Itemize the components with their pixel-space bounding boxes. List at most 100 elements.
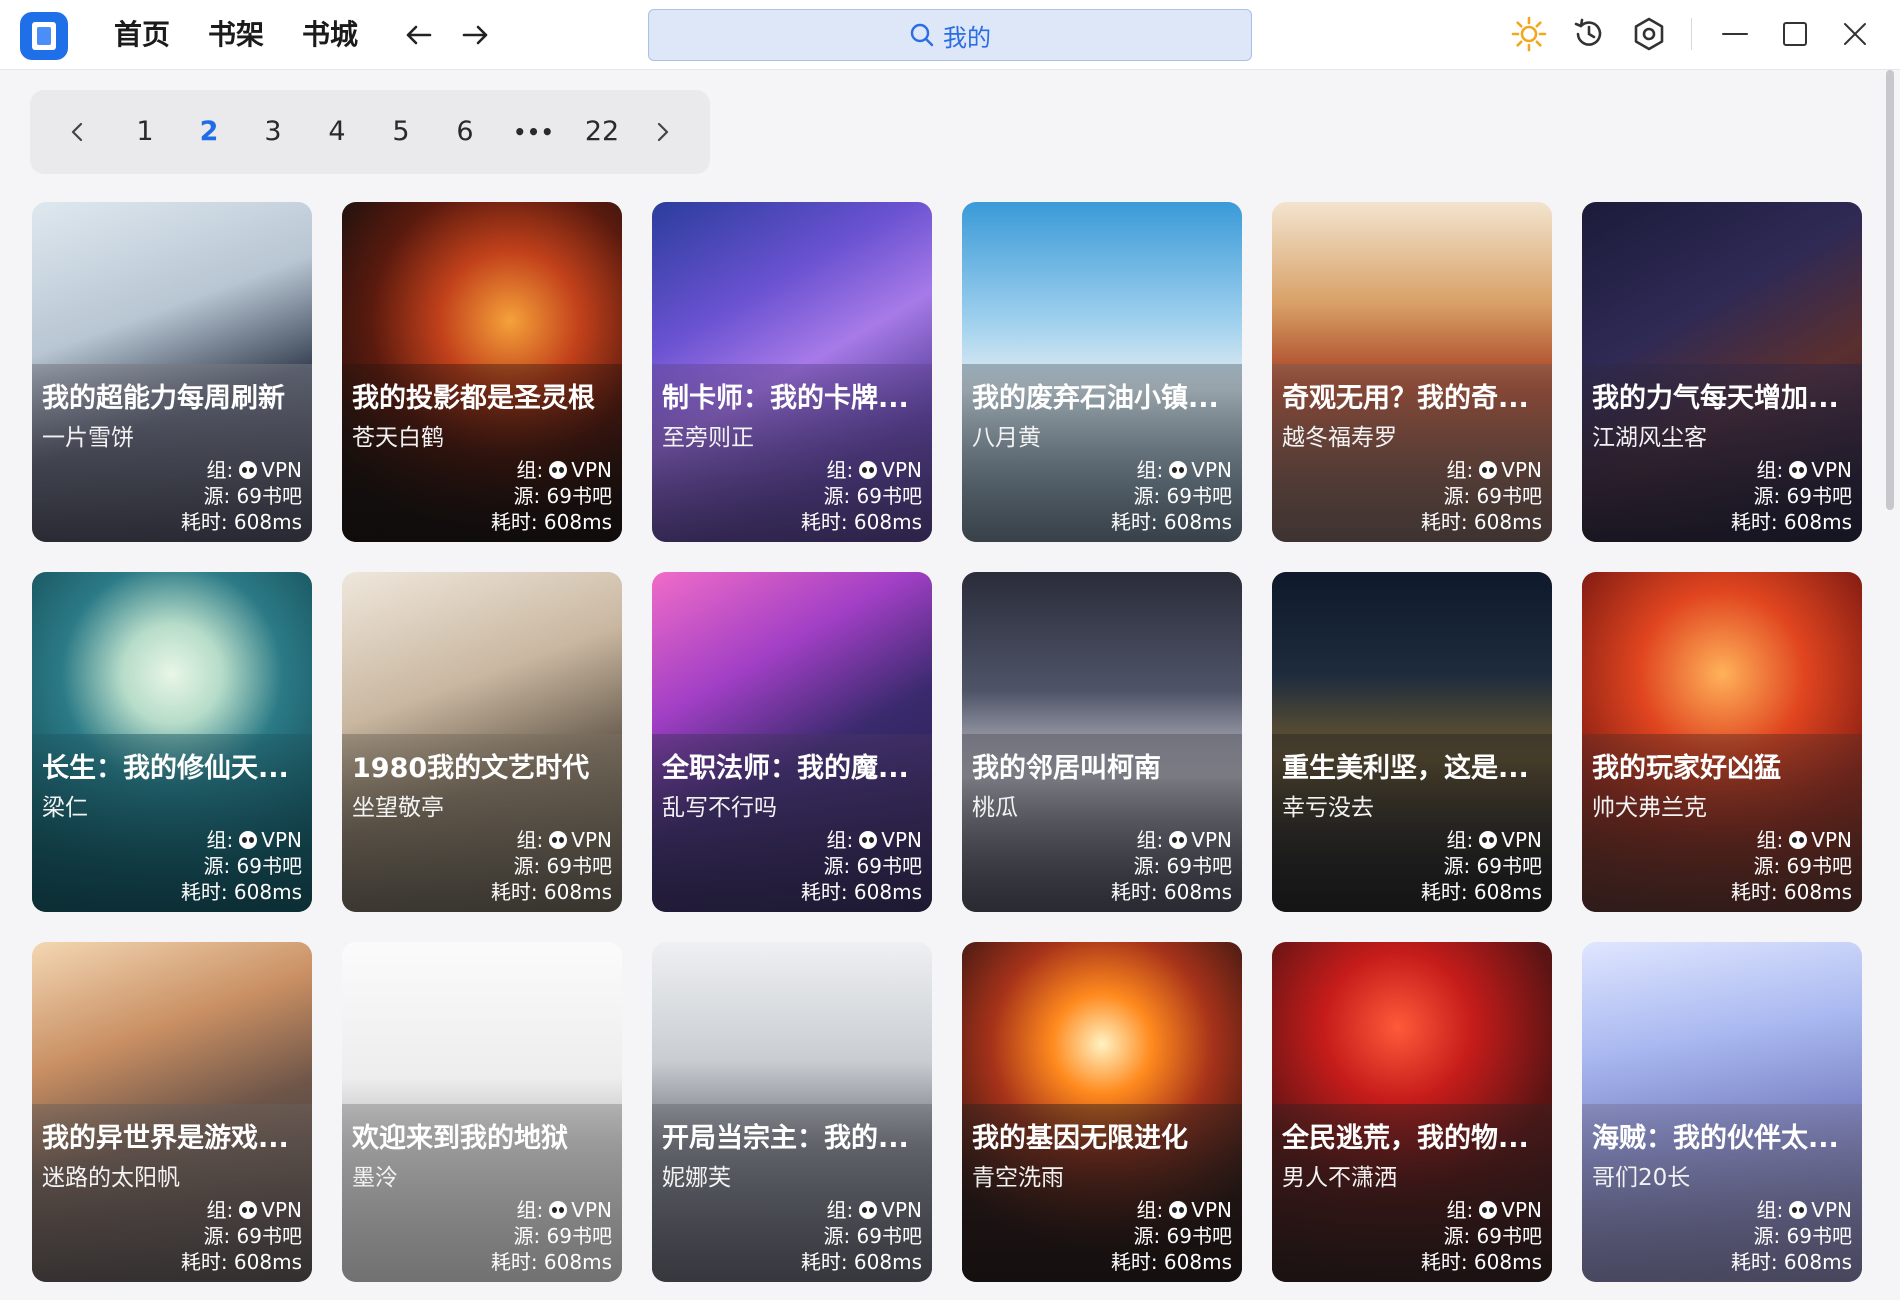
book-card[interactable]: 海贼：我的伙伴太... 哥们20长 组: VPN 源: 69书吧 耗时: 608m… xyxy=(1582,942,1862,1282)
book-source: 源: 69书吧 xyxy=(203,1224,302,1248)
prev-page-icon[interactable] xyxy=(66,120,90,144)
book-source: 源: 69书吧 xyxy=(1443,854,1542,878)
scrollbar-thumb[interactable] xyxy=(1886,70,1894,510)
book-time: 耗时: 608ms xyxy=(490,1250,612,1274)
book-card[interactable]: 奇观无用？我的奇... 越冬福寿罗 组: VPN 源: 69书吧 耗时: 608m… xyxy=(1272,202,1552,542)
book-card[interactable]: 欢迎来到我的地狱 墨泠 组: VPN 源: 69书吧 耗时: 608ms xyxy=(342,942,622,1282)
book-time: 耗时: 608ms xyxy=(800,1250,922,1274)
book-author: 幸亏没去 xyxy=(1282,795,1374,821)
book-time: 耗时: 608ms xyxy=(1420,880,1542,904)
vertical-scrollbar[interactable] xyxy=(1884,70,1896,1300)
page-6[interactable]: 6 xyxy=(445,112,485,152)
book-title: 制卡师：我的卡牌... xyxy=(662,383,909,414)
book-time: 耗时: 608ms xyxy=(1730,1250,1852,1274)
book-time: 耗时: 608ms xyxy=(180,1250,302,1274)
book-time: 耗时: 608ms xyxy=(180,510,302,534)
book-card[interactable]: 我的超能力每周刷新 一片雪饼 组: VPN 源: 69书吧 耗时: 608ms xyxy=(32,202,312,542)
book-group: 组: VPN xyxy=(826,1198,922,1222)
book-author: 八月黄 xyxy=(972,425,1041,451)
book-title: 欢迎来到我的地狱 xyxy=(352,1123,568,1154)
book-title: 全职法师：我的魔... xyxy=(662,753,909,784)
book-time: 耗时: 608ms xyxy=(490,880,612,904)
page-5[interactable]: 5 xyxy=(381,112,421,152)
close-icon[interactable] xyxy=(1837,16,1873,52)
book-title: 我的投影都是圣灵根 xyxy=(352,383,595,414)
history-icon[interactable] xyxy=(1571,16,1607,52)
nav-bookstore[interactable]: 书城 xyxy=(302,17,358,53)
panda-icon xyxy=(549,1201,568,1219)
page-ellipsis[interactable]: ••• xyxy=(509,112,559,152)
book-card[interactable]: 我的投影都是圣灵根 苍天白鹤 组: VPN 源: 69书吧 耗时: 608ms xyxy=(342,202,622,542)
sun-icon[interactable] xyxy=(1511,16,1547,52)
nav-bookshelf[interactable]: 书架 xyxy=(208,17,264,53)
book-source: 源: 69书吧 xyxy=(823,484,922,508)
book-card[interactable]: 开局当宗主：我的... 妮娜芙 组: VPN 源: 69书吧 耗时: 608ms xyxy=(652,942,932,1282)
panda-icon xyxy=(1479,461,1498,479)
book-source: 源: 69书吧 xyxy=(1443,484,1542,508)
book-group: 组: VPN xyxy=(1136,458,1232,482)
book-card[interactable]: 制卡师：我的卡牌... 至旁则正 组: VPN 源: 69书吧 耗时: 608ms xyxy=(652,202,932,542)
book-group: 组: VPN xyxy=(1446,1198,1542,1222)
book-group: 组: VPN xyxy=(206,458,302,482)
page-1[interactable]: 1 xyxy=(125,112,165,152)
book-author: 妮娜芙 xyxy=(662,1165,731,1191)
book-title: 开局当宗主：我的... xyxy=(662,1123,909,1154)
book-card[interactable]: 我的力气每天增加... 江湖风尘客 组: VPN 源: 69书吧 耗时: 608m… xyxy=(1582,202,1862,542)
book-source: 源: 69书吧 xyxy=(1443,1224,1542,1248)
page-3[interactable]: 3 xyxy=(253,112,293,152)
book-source: 源: 69书吧 xyxy=(1753,484,1852,508)
book-card[interactable]: 我的基因无限进化 青空洗雨 组: VPN 源: 69书吧 耗时: 608ms xyxy=(962,942,1242,1282)
book-card[interactable]: 1980我的文艺时代 坐望敬亭 组: VPN 源: 69书吧 耗时: 608ms xyxy=(342,572,622,912)
pagination: 1 2 3 4 5 6 ••• 22 xyxy=(30,90,710,174)
book-source: 源: 69书吧 xyxy=(823,854,922,878)
book-source: 源: 69书吧 xyxy=(1133,854,1232,878)
book-card[interactable]: 全民逃荒，我的物... 男人不潇洒 组: VPN 源: 69书吧 耗时: 608m… xyxy=(1272,942,1552,1282)
forward-arrow-icon[interactable] xyxy=(458,18,492,52)
book-source: 源: 69书吧 xyxy=(1133,1224,1232,1248)
book-time: 耗时: 608ms xyxy=(180,880,302,904)
maximize-icon[interactable] xyxy=(1777,16,1813,52)
book-author: 迷路的太阳帆 xyxy=(42,1165,180,1191)
page-last[interactable]: 22 xyxy=(574,112,630,152)
book-author: 坐望敬亭 xyxy=(352,795,444,821)
panda-icon xyxy=(239,461,258,479)
book-time: 耗时: 608ms xyxy=(1110,510,1232,534)
book-time: 耗时: 608ms xyxy=(490,510,612,534)
book-group: 组: VPN xyxy=(516,828,612,852)
settings-icon[interactable] xyxy=(1631,16,1667,52)
book-time: 耗时: 608ms xyxy=(1420,1250,1542,1274)
book-card[interactable]: 全职法师：我的魔... 乱写不行吗 组: VPN 源: 69书吧 耗时: 608m… xyxy=(652,572,932,912)
book-author: 桃瓜 xyxy=(972,795,1018,821)
book-card[interactable]: 我的异世界是游戏... 迷路的太阳帆 组: VPN 源: 69书吧 耗时: 608… xyxy=(32,942,312,1282)
app-logo-icon[interactable] xyxy=(20,12,68,60)
panda-icon xyxy=(859,461,878,479)
page-4[interactable]: 4 xyxy=(317,112,357,152)
book-time: 耗时: 608ms xyxy=(1110,1250,1232,1274)
book-card[interactable]: 我的邻居叫柯南 桃瓜 组: VPN 源: 69书吧 耗时: 608ms xyxy=(962,572,1242,912)
book-time: 耗时: 608ms xyxy=(800,880,922,904)
book-group: 组: VPN xyxy=(206,828,302,852)
next-page-icon[interactable] xyxy=(650,120,674,144)
book-card[interactable]: 我的玩家好凶猛 帅犬弗兰克 组: VPN 源: 69书吧 耗时: 608ms xyxy=(1582,572,1862,912)
book-time: 耗时: 608ms xyxy=(1730,510,1852,534)
book-source: 源: 69书吧 xyxy=(823,1224,922,1248)
minimize-icon[interactable] xyxy=(1717,16,1753,52)
book-source: 源: 69书吧 xyxy=(513,1224,612,1248)
book-card[interactable]: 长生：我的修仙天... 梁仁 组: VPN 源: 69书吧 耗时: 608ms xyxy=(32,572,312,912)
page-2[interactable]: 2 xyxy=(189,112,229,152)
search-input[interactable]: 我的 xyxy=(648,9,1252,61)
book-card[interactable]: 我的废弃石油小镇... 八月黄 组: VPN 源: 69书吧 耗时: 608ms xyxy=(962,202,1242,542)
book-author: 江湖风尘客 xyxy=(1592,425,1707,451)
search-query: 我的 xyxy=(943,23,991,52)
book-grid: 我的超能力每周刷新 一片雪饼 组: VPN 源: 69书吧 耗时: 608ms 我… xyxy=(32,202,1872,1300)
back-arrow-icon[interactable] xyxy=(402,18,436,52)
book-group: 组: VPN xyxy=(1756,828,1852,852)
book-group: 组: VPN xyxy=(1756,458,1852,482)
book-group: 组: VPN xyxy=(1756,1198,1852,1222)
book-author: 一片雪饼 xyxy=(42,425,134,451)
book-card[interactable]: 重生美利坚，这是... 幸亏没去 组: VPN 源: 69书吧 耗时: 608ms xyxy=(1272,572,1552,912)
panda-icon xyxy=(239,831,258,849)
nav-home[interactable]: 首页 xyxy=(114,17,170,53)
panda-icon xyxy=(549,831,568,849)
book-group: 组: VPN xyxy=(206,1198,302,1222)
